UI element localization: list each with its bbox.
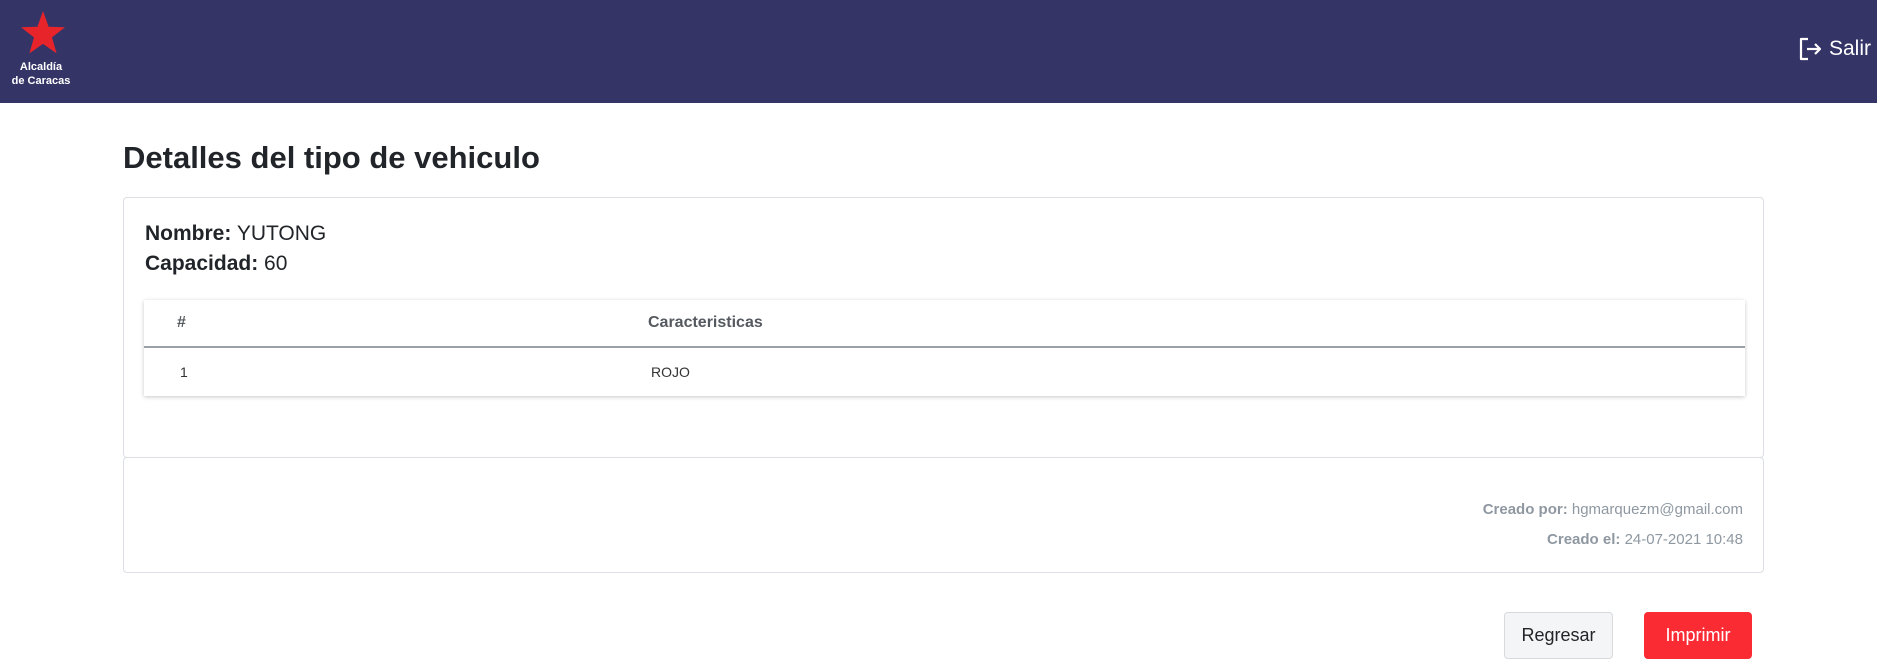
logo-text-line1: Alcaldía bbox=[19, 61, 63, 73]
creado-el-label: Creado el: bbox=[1547, 531, 1621, 548]
logout-button[interactable]: Salir bbox=[1797, 34, 1871, 64]
capacidad-field: Capacidad: 60 bbox=[145, 252, 287, 276]
logout-label: Salir bbox=[1828, 37, 1871, 60]
row-number-cell: 1 bbox=[180, 364, 188, 380]
caracteristicas-table: # Caracteristicas 1 ROJO bbox=[144, 300, 1745, 396]
regresar-button[interactable]: Regresar bbox=[1504, 612, 1613, 659]
logout-icon bbox=[1799, 37, 1822, 61]
audit-card: Creado por: hgmarquezm@gmail.com Creado … bbox=[123, 457, 1764, 573]
logo-text-line2: de Caracas bbox=[11, 75, 71, 87]
row-caracteristica-cell: ROJO bbox=[651, 364, 690, 380]
creado-por-value: hgmarquezm@gmail.com bbox=[1571, 501, 1743, 518]
star-icon bbox=[21, 11, 65, 54]
details-card: Nombre: YUTONG Capacidad: 60 # Caracteri… bbox=[123, 197, 1764, 458]
column-header-caracteristicas: Caracteristicas bbox=[648, 314, 763, 331]
table-row: 1 ROJO bbox=[144, 350, 1745, 396]
page-title: Detalles del tipo de vehiculo bbox=[123, 140, 540, 175]
creado-el-value: 24-07-2021 10:48 bbox=[1624, 531, 1743, 548]
nombre-value: YUTONG bbox=[236, 222, 327, 245]
alcaldia-logo[interactable]: Alcaldía de Caracas bbox=[6, 10, 76, 90]
capacidad-value: 60 bbox=[264, 252, 288, 275]
creado-por-label: Creado por: bbox=[1482, 501, 1568, 518]
nombre-label: Nombre: bbox=[145, 222, 232, 245]
imprimir-button[interactable]: Imprimir bbox=[1644, 612, 1752, 659]
creado-por-field: Creado por: hgmarquezm@gmail.com bbox=[1483, 501, 1743, 518]
nombre-field: Nombre: YUTONG bbox=[145, 222, 326, 246]
column-header-number: # bbox=[177, 314, 186, 331]
logo-text: Alcaldía de Caracas bbox=[6, 60, 76, 88]
top-navbar: Alcaldía de Caracas Salir bbox=[0, 0, 1877, 103]
creado-el-field: Creado el: 24-07-2021 10:48 bbox=[1547, 531, 1743, 548]
table-header: # Caracteristicas bbox=[144, 300, 1745, 348]
capacidad-label: Capacidad: bbox=[145, 252, 259, 275]
